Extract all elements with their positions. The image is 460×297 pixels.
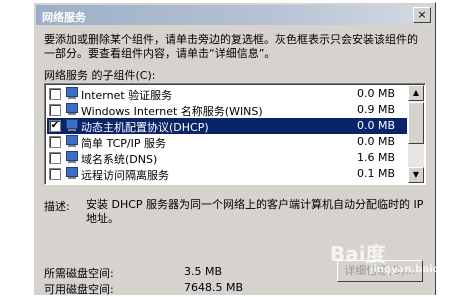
component-checkbox[interactable] [49,168,61,180]
component-size: 0.1 MB [356,167,395,180]
window-title: 网络服务 [42,11,86,24]
scroll-up-icon[interactable]: ▲ [408,85,424,101]
description-text: 安装 DHCP 服务器为同一个网络上的客户端计算机自动分配临时的 IP 地址。 [86,198,424,225]
component-name: 域名系统(DNS) [81,153,158,166]
scroll-down-icon[interactable]: ▼ [408,167,424,183]
subcomponents-list[interactable]: Internet 验证服务 0.0 MB Windows Internet 名称服务… [44,83,426,185]
watermark-text: Bai度 [330,242,386,266]
vertical-scrollbar[interactable]: ▲ ▼ [408,85,424,183]
list-item[interactable]: 域名系统(DNS) 1.6 MB [47,150,407,166]
network-computer-icon [64,87,78,100]
watermark-logo: Bai度 jingyan.baidu.com [330,238,460,284]
scrollbar-thumb[interactable] [408,102,424,144]
subcomponents-label: 网络服务 的子组件(C): [44,69,156,82]
component-checkbox[interactable] [49,136,61,148]
list-item[interactable]: Internet 验证服务 0.0 MB [47,86,407,102]
list-item[interactable]: 远程访问隔离服务 0.1 MB [47,166,407,182]
component-size: 0.9 MB [356,103,395,116]
list-item[interactable]: ✔ 动态主机配置协议(DHCP) 0.0 MB [47,118,407,134]
required-space-value: 3.5 MB [184,265,223,278]
component-checkbox[interactable]: ✔ [49,120,61,132]
instructions-text: 要添加或删除某个组件，请单击旁边的复选框。灰色框表示只会安装该组件的一部分。要查… [44,33,418,60]
network-computer-icon [64,119,78,132]
watermark-subtext: jingyan.baidu.com [370,264,460,275]
list-item[interactable]: 简单 TCP/IP 服务 0.0 MB [47,134,407,150]
component-name: 远程访问隔离服务 [81,169,169,182]
network-computer-icon [64,135,78,148]
network-computer-icon [64,103,78,116]
available-space-value: 7648.5 MB [184,281,244,294]
close-button[interactable]: × [413,7,431,23]
component-size: 1.6 MB [356,151,395,164]
component-name: Windows Internet 名称服务(WINS) [81,105,263,118]
component-checkbox[interactable] [49,152,61,164]
component-name: 简单 TCP/IP 服务 [81,137,166,150]
network-computer-icon [64,167,78,180]
component-size: 0.0 MB [356,119,395,132]
component-name: 动态主机配置协议(DHCP) [81,121,209,134]
title-bar: 网络服务 × [36,5,433,25]
component-name: Internet 验证服务 [81,89,173,102]
component-checkbox[interactable] [49,104,61,116]
required-space-label: 所需磁盘空间: [44,267,114,280]
network-computer-icon [64,151,78,164]
list-item[interactable]: Windows Internet 名称服务(WINS) 0.9 MB [47,102,407,118]
component-size: 0.0 MB [356,87,395,100]
component-size: 0.0 MB [356,135,395,148]
component-checkbox[interactable] [49,88,61,100]
description-label: 描述: [44,200,70,213]
